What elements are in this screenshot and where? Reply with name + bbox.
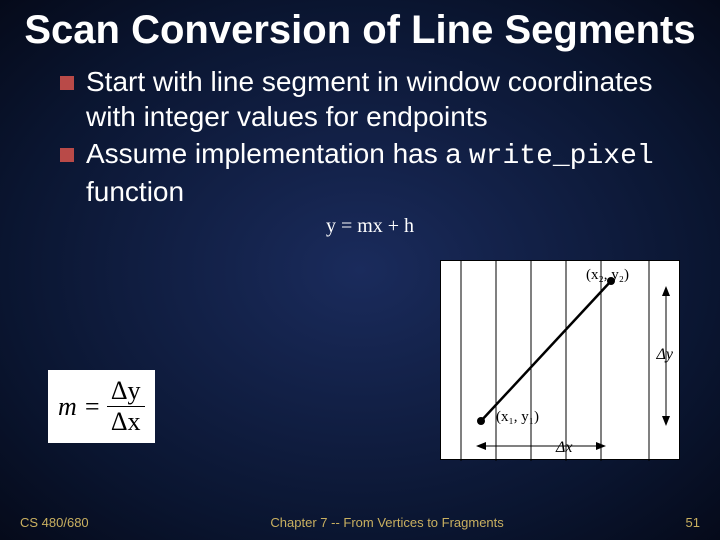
bullet-1-text: Start with line segment in window coordi…: [86, 64, 680, 134]
footer-right: 51: [686, 515, 700, 530]
formula-denominator: Δx: [107, 407, 145, 437]
footer-center: Chapter 7 -- From Vertices to Fragments: [89, 515, 686, 530]
code-write-pixel: write_pixel: [469, 141, 654, 172]
formula-fraction: Δy Δx: [107, 376, 145, 437]
footer-left: CS 480/680: [20, 515, 89, 530]
bullet-square-icon: [60, 76, 74, 90]
label-dy: Δy: [657, 346, 674, 364]
bullet-2: Assume implementation has a write_pixel …: [60, 136, 680, 209]
line-diagram: (x₂, y₂) (x₁, y₁) Δy Δx: [440, 260, 680, 460]
formula-lhs: m =: [58, 392, 101, 422]
bullet-2-prefix: Assume implementation has a: [86, 138, 469, 169]
label-p2: (x₂, y₂): [586, 267, 629, 284]
bullet-square-icon: [60, 148, 74, 162]
slope-formula: m = Δy Δx: [48, 370, 155, 443]
footer: CS 480/680 Chapter 7 -- From Vertices to…: [0, 515, 720, 530]
slide-title: Scan Conversion of Line Segments: [0, 0, 720, 64]
diagram-svg: [441, 261, 681, 461]
bullet-2-tail: function: [86, 176, 184, 207]
label-p1: (x₁, y₁): [496, 409, 539, 426]
label-dx: Δx: [556, 439, 573, 457]
line-equation: y = mx + h: [60, 215, 680, 238]
bullet-2-text: Assume implementation has a write_pixel …: [86, 136, 680, 209]
content-area: Start with line segment in window coordi…: [0, 64, 720, 238]
formula-numerator: Δy: [107, 376, 145, 407]
bullet-1: Start with line segment in window coordi…: [60, 64, 680, 134]
